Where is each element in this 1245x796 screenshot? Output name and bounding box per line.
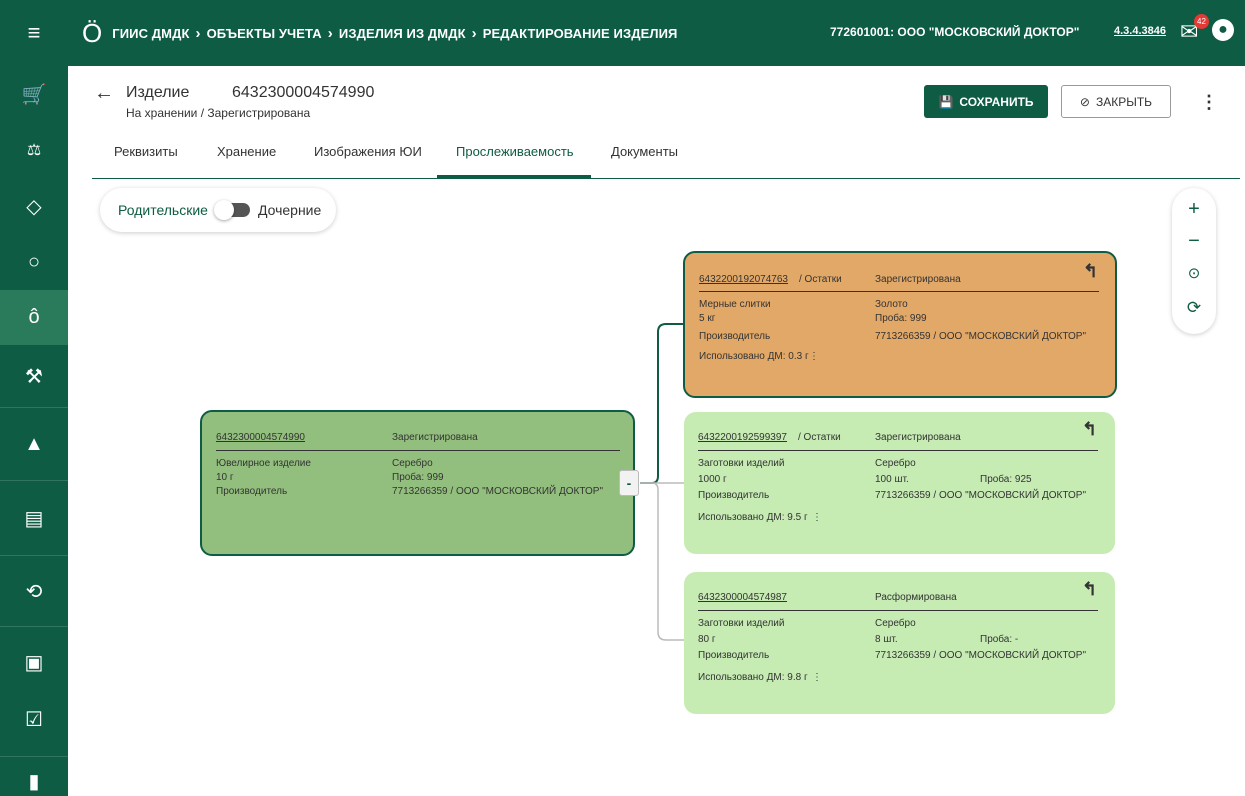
child-probe: Проба: 999 <box>875 313 927 324</box>
child-suffix: / Остатки <box>798 432 841 443</box>
child-type: Заготовки изделий <box>698 458 785 469</box>
child-weight: 5 кг <box>699 313 716 324</box>
child-qty: 100 шт. <box>875 474 909 485</box>
child-qty: 8 шт. <box>875 634 898 645</box>
child-metal: Золото <box>875 299 908 310</box>
root-probe: Проба: 999 <box>392 472 444 483</box>
root-status: Зарегистрирована <box>392 432 478 443</box>
root-id-link[interactable]: 6432300004574990 <box>216 432 305 443</box>
child-suffix: / Остатки <box>799 274 842 285</box>
child-id-link[interactable]: 6432300004574987 <box>698 592 787 603</box>
child-type: Мерные слитки <box>699 299 771 310</box>
child-type: Заготовки изделий <box>698 618 785 629</box>
return-arrow-icon[interactable]: ↰ <box>1082 419 1097 440</box>
child-used: Использовано ДМ: 0.3 г <box>699 351 809 362</box>
return-arrow-icon[interactable]: ↰ <box>1082 579 1097 600</box>
child-probe: Проба: - <box>980 634 1019 645</box>
child-status: Расформирована <box>875 592 957 603</box>
child-status: Зарегистрирована <box>875 432 961 443</box>
child-weight: 80 г <box>698 634 716 645</box>
root-type: Ювелирное изделие <box>216 458 311 469</box>
root-metal: Серебро <box>392 458 433 469</box>
child-id-link[interactable]: 6432200192074763 <box>699 274 788 285</box>
child-maker: 7713266359 / ООО "МОСКОВСКИЙ ДОКТОР" <box>875 650 1087 661</box>
more-vert-icon[interactable]: ⋮ <box>809 351 819 362</box>
child-node-card: 6432300004574987 Расформирована ↰ Загото… <box>684 572 1115 714</box>
child-maker-label: Производитель <box>698 650 770 661</box>
root-node-card: 6432300004574990 Зарегистрирована Ювелир… <box>200 410 635 556</box>
child-weight: 1000 г <box>698 474 727 485</box>
child-id-link[interactable]: 6432200192599397 <box>698 432 787 443</box>
child-maker-label: Производитель <box>699 331 771 342</box>
child-metal: Серебро <box>875 458 916 469</box>
return-arrow-icon[interactable]: ↰ <box>1083 261 1098 282</box>
child-used: Использовано ДМ: 9.5 г <box>698 512 808 523</box>
more-vert-icon[interactable]: ⋮ <box>812 512 822 523</box>
child-probe: Проба: 925 <box>980 474 1032 485</box>
root-maker: 7713266359 / ООО "МОСКОВСКИЙ ДОКТОР" <box>392 486 604 497</box>
child-maker: 7713266359 / ООО "МОСКОВСКИЙ ДОКТОР" <box>875 331 1087 342</box>
child-used: Использовано ДМ: 9.8 г <box>698 672 808 683</box>
child-node-card: 6432200192599397 / Остатки Зарегистриров… <box>684 412 1115 554</box>
root-weight: 10 г <box>216 472 234 483</box>
root-maker-label: Производитель <box>216 486 288 497</box>
collapse-button[interactable]: - <box>619 470 639 496</box>
child-maker-label: Производитель <box>698 490 770 501</box>
more-vert-icon[interactable]: ⋮ <box>812 672 822 683</box>
child-status: Зарегистрирована <box>875 274 961 285</box>
child-maker: 7713266359 / ООО "МОСКОВСКИЙ ДОКТОР" <box>875 490 1087 501</box>
child-node-card: 6432200192074763 / Остатки Зарегистриров… <box>683 251 1117 398</box>
child-metal: Серебро <box>875 618 916 629</box>
